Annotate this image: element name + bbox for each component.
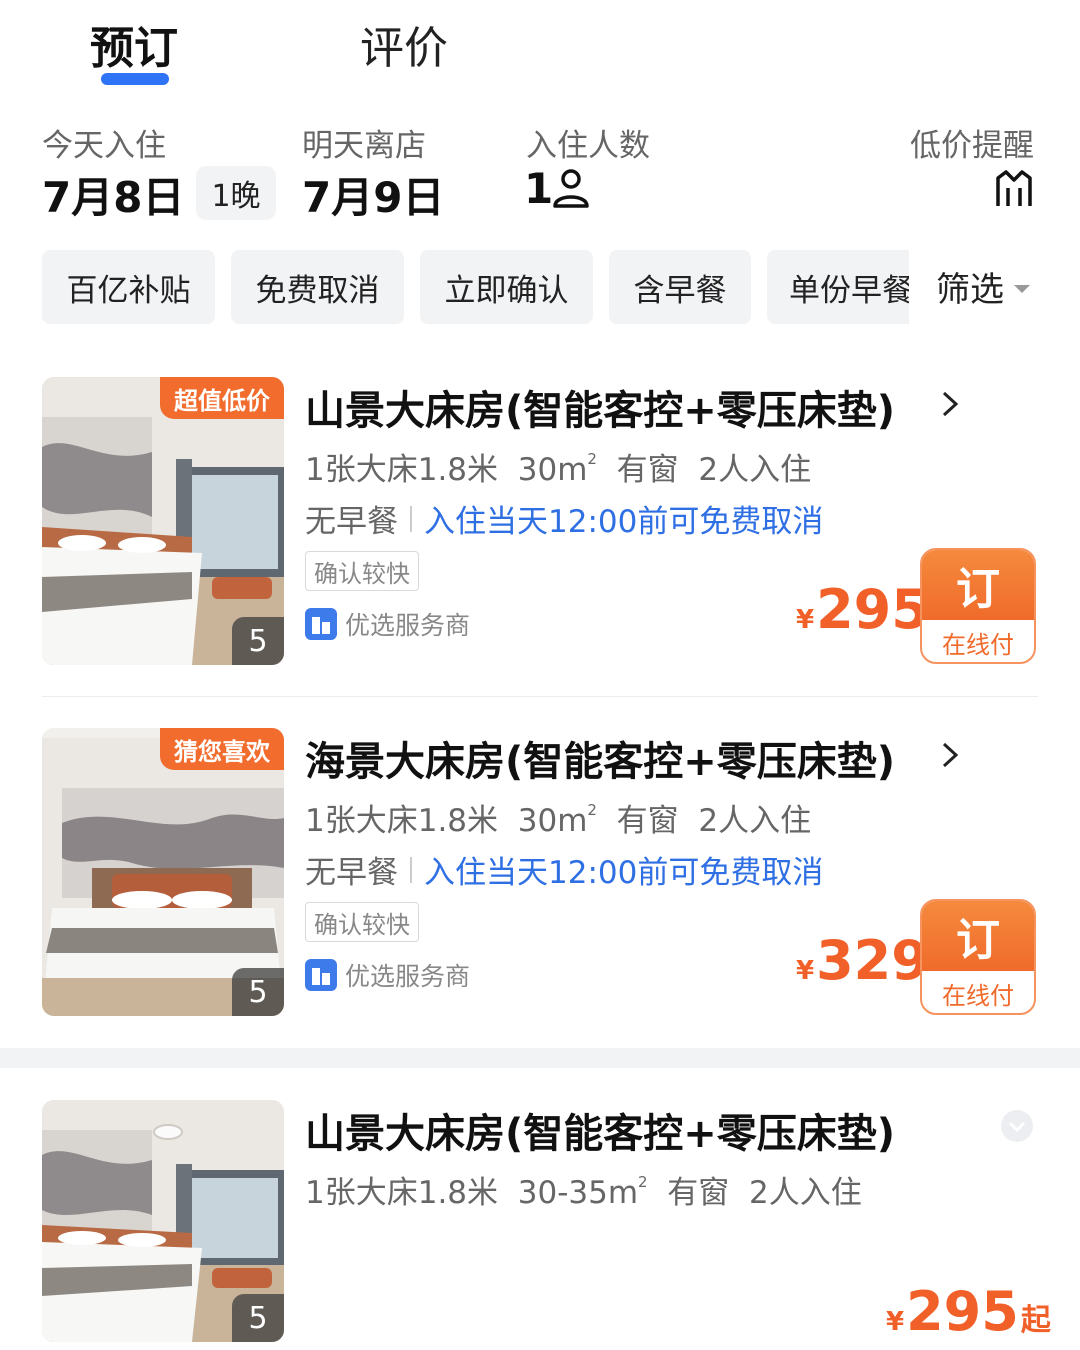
policy-separator — [410, 505, 412, 532]
room-specs: 1张大床1.8米 30m2 有窗 2人入住 — [305, 795, 811, 840]
spec-bed: 1张大床1.8米 — [305, 1175, 499, 1211]
confirm-fast-tag: 确认较快 — [305, 902, 419, 942]
tab-reviews[interactable]: 评价 — [360, 12, 448, 76]
filter-chip-breakfast[interactable]: 含早餐 — [609, 250, 751, 324]
price-currency: ¥ — [796, 956, 815, 986]
spec-bed: 1张大床1.8米 — [305, 803, 499, 839]
spec-area: 30m — [517, 803, 588, 839]
book-button[interactable]: 订 在线付 — [920, 899, 1036, 1015]
book-label: 订 — [922, 901, 1034, 971]
spec-window: 有窗 — [616, 452, 679, 488]
tab-active-indicator — [101, 73, 169, 85]
price-alert-icon[interactable] — [994, 170, 1034, 208]
guests-label: 入住人数 — [526, 128, 650, 164]
pay-online-label: 在线付 — [942, 981, 1014, 1010]
nights-badge: 1晚 — [196, 166, 276, 220]
spec-area-unit: 2 — [587, 450, 597, 468]
provider-icon — [305, 959, 337, 991]
spec-guests: 2人入住 — [749, 1175, 862, 1211]
filter-bar: 百亿补贴 免费取消 立即确认 含早餐 单份早餐 筛选 — [0, 250, 1080, 326]
room-photo[interactable]: 超值低价 5 — [42, 377, 284, 665]
room-photo[interactable]: 5 — [42, 1100, 284, 1342]
book-button[interactable]: 订 在线付 — [920, 548, 1036, 664]
meal-info: 无早餐 — [305, 504, 398, 540]
provider-info: 优选服务商 — [305, 606, 470, 642]
filter-chip-subsidy[interactable]: 百亿补贴 — [42, 250, 215, 324]
filter-label: 筛选 — [936, 270, 1004, 310]
room-specs: 1张大床1.8米 30-35m2 有窗 2人入住 — [305, 1167, 862, 1212]
spec-window: 有窗 — [667, 1175, 730, 1211]
price-currency: ¥ — [796, 605, 815, 635]
room-photo[interactable]: 猜您喜欢 5 — [42, 728, 284, 1016]
filter-chip-single-breakfast[interactable]: 单份早餐 — [767, 250, 909, 324]
checkout-label: 明天离店 — [302, 128, 426, 164]
price-amount: 295 — [906, 1280, 1019, 1343]
spec-window: 有窗 — [616, 803, 679, 839]
room-title[interactable]: 山景大床房(智能客控+零压床垫) — [305, 378, 895, 436]
filter-chip-free-cancel[interactable]: 免费取消 — [231, 250, 404, 324]
provider-icon — [305, 608, 337, 640]
pay-online-label: 在线付 — [942, 630, 1014, 659]
tab-booking[interactable]: 预订 — [90, 12, 178, 76]
checkin-date[interactable]: 7月8日 — [42, 164, 184, 225]
provider-label: 优选服务商 — [345, 611, 471, 640]
filter-button[interactable]: 筛选 — [936, 262, 1030, 311]
price-amount: 329 — [816, 929, 929, 992]
price-from-suffix: 起 — [1020, 1303, 1051, 1338]
chevron-right-icon[interactable] — [936, 741, 964, 769]
chevron-right-icon[interactable] — [936, 390, 964, 418]
spec-bed: 1张大床1.8米 — [305, 452, 499, 488]
tab-bar: 预订 评价 — [0, 0, 1080, 100]
price-alert-label[interactable]: 低价提醒 — [910, 120, 1034, 165]
room-specs: 1张大床1.8米 30m2 有窗 2人入住 — [305, 444, 811, 489]
policy-separator — [410, 856, 412, 883]
guests-count[interactable]: 1 — [524, 164, 553, 213]
spec-guests: 2人入住 — [698, 452, 812, 488]
checkin-label: 今天入住 — [42, 128, 166, 164]
stay-info: 今天入住 7月8日 1晚 明天离店 7月9日 入住人数 1 低价提醒 — [0, 118, 1080, 228]
caret-down-icon — [1014, 284, 1030, 293]
room-price: ¥ 329 — [796, 929, 929, 992]
room-divider — [42, 696, 1038, 697]
price-amount: 295 — [816, 578, 929, 641]
room-title[interactable]: 山景大床房(智能客控+零压床垫) — [305, 1101, 895, 1159]
photo-count: 5 — [232, 968, 284, 1016]
spec-area: 30m — [517, 452, 588, 488]
spec-area-unit: 2 — [638, 1173, 648, 1191]
checkout-date[interactable]: 7月9日 — [302, 164, 444, 225]
room-badge: 超值低价 — [160, 377, 284, 419]
meal-info: 无早餐 — [305, 855, 398, 891]
section-separator — [0, 1048, 1080, 1068]
room-title[interactable]: 海景大床房(智能客控+零压床垫) — [305, 729, 895, 787]
room-price: ¥ 295 起 — [886, 1280, 1051, 1343]
provider-info: 优选服务商 — [305, 957, 470, 993]
room-price: ¥ 295 — [796, 578, 929, 641]
price-currency: ¥ — [886, 1307, 905, 1337]
book-label: 订 — [922, 550, 1034, 620]
room-badge: 猜您喜欢 — [160, 728, 284, 770]
provider-label: 优选服务商 — [345, 962, 471, 991]
spec-guests: 2人入住 — [698, 803, 812, 839]
expand-chevron-icon[interactable] — [1000, 1109, 1034, 1143]
spec-area: 30-35m — [517, 1175, 639, 1211]
photo-count: 5 — [232, 617, 284, 665]
filter-chip-instant-confirm[interactable]: 立即确认 — [420, 250, 593, 324]
person-icon[interactable] — [552, 168, 590, 208]
room-policy: 无早餐 入住当天12:00前可免费取消 — [305, 496, 823, 541]
cancel-policy: 入住当天12:00前可免费取消 — [424, 504, 824, 540]
confirm-fast-tag: 确认较快 — [305, 551, 419, 591]
spec-area-unit: 2 — [587, 801, 597, 819]
photo-count: 5 — [232, 1294, 284, 1342]
room-policy: 无早餐 入住当天12:00前可免费取消 — [305, 847, 823, 892]
cancel-policy: 入住当天12:00前可免费取消 — [424, 855, 824, 891]
